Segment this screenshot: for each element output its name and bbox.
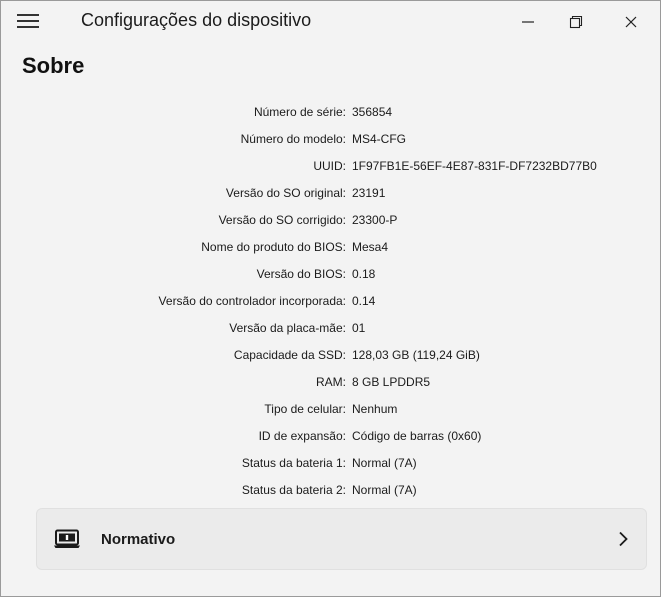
info-label: Tipo de celular: (264, 402, 346, 416)
close-button[interactable] (608, 1, 654, 43)
settings-window: Configurações do dispositivo Sobre Númer… (0, 0, 661, 597)
info-row: Número do modelo: MS4-CFG (1, 132, 661, 158)
info-value: 1F97FB1E-56EF-4E87-831F-DF7232BD77B0 (352, 159, 597, 173)
info-row: UUID: 1F97FB1E-56EF-4E87-831F-DF7232BD77… (1, 159, 661, 185)
info-value: Código de barras (0x60) (352, 429, 482, 443)
info-value: 8 GB LPDDR5 (352, 375, 431, 389)
info-label: Número de série: (253, 105, 346, 119)
info-row: RAM: 8 GB LPDDR5 (1, 375, 661, 401)
info-row: Status da bateria 2: Normal (7A) (1, 483, 661, 509)
info-row: Versão do controlador incorporada: 0.14 (1, 294, 661, 320)
info-label: Número do modelo: (240, 132, 346, 146)
info-value: Nenhum (352, 402, 398, 416)
info-value: Normal (7A) (352, 483, 417, 497)
page-title: Sobre (22, 53, 85, 78)
info-label: UUID: (313, 159, 346, 173)
info-row: Versão da placa-mãe: 01 (1, 321, 661, 347)
regulatory-label: Normativo (101, 531, 176, 548)
info-value: Mesa4 (352, 240, 389, 254)
info-value: 23191 (352, 186, 386, 200)
info-label: Nome do produto do BIOS: (201, 240, 346, 254)
info-row: ID de expansão: Código de barras (0x60) (1, 429, 661, 455)
info-value: 0.14 (352, 294, 376, 308)
minimize-icon (522, 21, 534, 23)
maximize-button[interactable] (553, 1, 599, 43)
window-title: Configurações do dispositivo (81, 10, 312, 30)
info-row: Tipo de celular: Nenhum (1, 402, 661, 428)
title-bar: Configurações do dispositivo (1, 1, 660, 43)
info-label: Versão do SO corrigido: (218, 213, 346, 227)
regulatory-card[interactable]: Normativo (36, 508, 647, 570)
info-row: Versão do BIOS: 0.18 (1, 267, 661, 293)
close-icon (625, 16, 637, 28)
info-row: Nome do produto do BIOS: Mesa4 (1, 240, 661, 266)
maximize-icon (569, 15, 583, 29)
chevron-right-icon (619, 531, 628, 547)
info-label: RAM: (316, 375, 346, 389)
info-value: 356854 (352, 105, 393, 119)
info-label: Capacidade da SSD: (233, 348, 346, 362)
info-value: Normal (7A) (352, 456, 417, 470)
info-value: 01 (352, 321, 366, 335)
info-label: Status da bateria 2: (241, 483, 346, 497)
info-value: 23300-P (352, 213, 398, 227)
info-row: Versão do SO corrigido: 23300-P (1, 213, 661, 239)
info-row: Número de série: 356854 (1, 105, 661, 131)
info-value: 0.18 (352, 267, 376, 281)
info-row: Versão do SO original: 23191 (1, 186, 661, 212)
regulatory-info-icon (54, 529, 80, 548)
hamburger-menu-icon[interactable] (17, 12, 39, 30)
info-label: ID de expansão: (258, 429, 346, 443)
info-label: Versão da placa-mãe: (229, 321, 346, 335)
info-label: Versão do controlador incorporada: (158, 294, 346, 308)
info-label: Status da bateria 1: (241, 456, 346, 470)
info-row: Capacidade da SSD: 128,03 GB (119,24 GiB… (1, 348, 661, 374)
info-row: Status da bateria 1: Normal (7A) (1, 456, 661, 482)
minimize-button[interactable] (505, 1, 551, 43)
info-label: Versão do BIOS: (256, 267, 346, 281)
info-value: MS4-CFG (352, 132, 406, 146)
info-value: 128,03 GB (119,24 GiB) (352, 348, 480, 362)
info-label: Versão do SO original: (225, 186, 346, 200)
